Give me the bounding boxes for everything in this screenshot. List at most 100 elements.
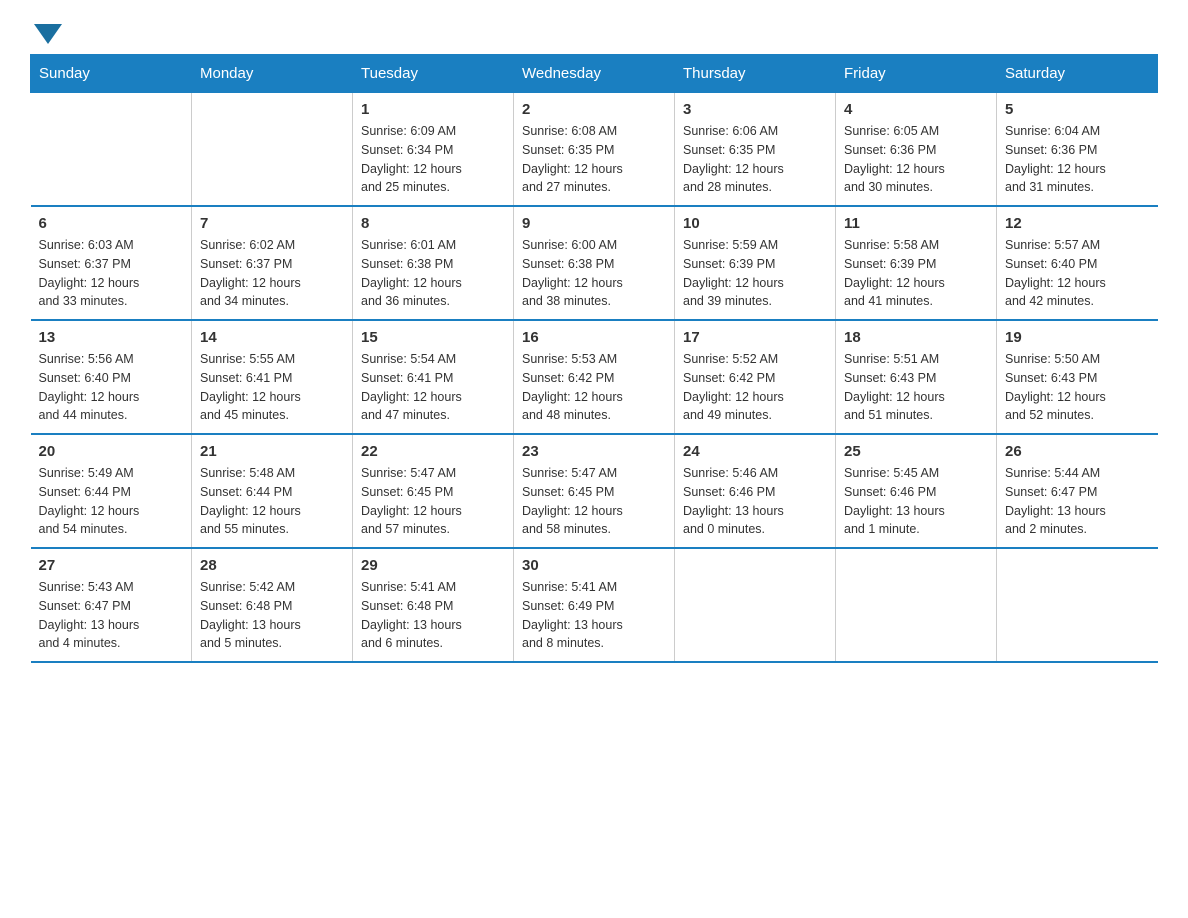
- day-info: Sunrise: 5:49 AM Sunset: 6:44 PM Dayligh…: [39, 464, 184, 539]
- calendar-cell: 20 Sunrise: 5:49 AM Sunset: 6:44 PM Dayli…: [31, 434, 192, 548]
- day-info: Sunrise: 5:53 AM Sunset: 6:42 PM Dayligh…: [522, 350, 666, 425]
- day-number: 4: [844, 101, 988, 118]
- day-number: 29: [361, 557, 505, 574]
- day-number: 27: [39, 557, 184, 574]
- calendar-cell: 18Sunrise: 5:51 AM Sunset: 6:43 PM Dayli…: [836, 320, 997, 434]
- day-number: 1: [361, 101, 505, 118]
- weekday-header-monday: Monday: [192, 55, 353, 93]
- day-info: Sunrise: 5:56 AM Sunset: 6:40 PM Dayligh…: [39, 350, 184, 425]
- day-info: Sunrise: 6:06 AM Sunset: 6:35 PM Dayligh…: [683, 122, 827, 197]
- day-number: 26: [1005, 443, 1150, 460]
- calendar-cell: 16 Sunrise: 5:53 AM Sunset: 6:42 PM Dayli…: [514, 320, 675, 434]
- logo-triangle-icon: [34, 24, 62, 44]
- calendar-cell: 9 Sunrise: 6:00 AM Sunset: 6:38 PM Daylig…: [514, 206, 675, 320]
- day-info: Sunrise: 5:50 AM Sunset: 6:43 PM Dayligh…: [1005, 350, 1150, 425]
- day-number: 13: [39, 329, 184, 346]
- day-number: 10: [683, 215, 827, 232]
- calendar-cell: 23 Sunrise: 5:47 AM Sunset: 6:45 PM Dayli…: [514, 434, 675, 548]
- day-number: 5: [1005, 101, 1150, 118]
- day-info: Sunrise: 6:04 AM Sunset: 6:36 PM Dayligh…: [1005, 122, 1150, 197]
- calendar-cell: 2 Sunrise: 6:08 AM Sunset: 6:35 PM Daylig…: [514, 93, 675, 207]
- day-info: Sunrise: 5:42 AM Sunset: 6:48 PM Dayligh…: [200, 578, 344, 653]
- calendar-cell: 25 Sunrise: 5:45 AM Sunset: 6:46 PM Dayli…: [836, 434, 997, 548]
- calendar-cell: 7 Sunrise: 6:02 AM Sunset: 6:37 PM Daylig…: [192, 206, 353, 320]
- calendar-cell: 19 Sunrise: 5:50 AM Sunset: 6:43 PM Dayli…: [997, 320, 1158, 434]
- day-info: Sunrise: 6:09 AM Sunset: 6:34 PM Dayligh…: [361, 122, 505, 197]
- calendar-cell: [192, 93, 353, 207]
- day-info: Sunrise: 5:58 AM Sunset: 6:39 PM Dayligh…: [844, 236, 988, 311]
- day-info: Sunrise: 6:05 AM Sunset: 6:36 PM Dayligh…: [844, 122, 988, 197]
- day-info: Sunrise: 5:45 AM Sunset: 6:46 PM Dayligh…: [844, 464, 988, 539]
- calendar-week-row: 20 Sunrise: 5:49 AM Sunset: 6:44 PM Dayli…: [31, 434, 1158, 548]
- day-number: 17: [683, 329, 827, 346]
- weekday-header-thursday: Thursday: [675, 55, 836, 93]
- day-number: 20: [39, 443, 184, 460]
- day-number: 23: [522, 443, 666, 460]
- page-header: [30, 20, 1158, 44]
- calendar-cell: 30 Sunrise: 5:41 AM Sunset: 6:49 PM Dayli…: [514, 548, 675, 662]
- day-info: Sunrise: 5:46 AM Sunset: 6:46 PM Dayligh…: [683, 464, 827, 539]
- day-info: Sunrise: 5:41 AM Sunset: 6:49 PM Dayligh…: [522, 578, 666, 653]
- day-info: Sunrise: 5:51 AM Sunset: 6:43 PM Dayligh…: [844, 350, 988, 425]
- day-number: 14: [200, 329, 344, 346]
- calendar-cell: 4 Sunrise: 6:05 AM Sunset: 6:36 PM Daylig…: [836, 93, 997, 207]
- calendar-cell: 8 Sunrise: 6:01 AM Sunset: 6:38 PM Daylig…: [353, 206, 514, 320]
- weekday-header-wednesday: Wednesday: [514, 55, 675, 93]
- weekday-header-friday: Friday: [836, 55, 997, 93]
- logo: [30, 20, 62, 44]
- day-info: Sunrise: 6:03 AM Sunset: 6:37 PM Dayligh…: [39, 236, 184, 311]
- day-number: 9: [522, 215, 666, 232]
- day-number: 12: [1005, 215, 1150, 232]
- day-number: 30: [522, 557, 666, 574]
- day-number: 3: [683, 101, 827, 118]
- day-number: 28: [200, 557, 344, 574]
- calendar-cell: 6 Sunrise: 6:03 AM Sunset: 6:37 PM Daylig…: [31, 206, 192, 320]
- day-number: 6: [39, 215, 184, 232]
- day-info: Sunrise: 5:59 AM Sunset: 6:39 PM Dayligh…: [683, 236, 827, 311]
- calendar-cell: 15 Sunrise: 5:54 AM Sunset: 6:41 PM Dayli…: [353, 320, 514, 434]
- day-info: Sunrise: 5:47 AM Sunset: 6:45 PM Dayligh…: [522, 464, 666, 539]
- calendar-cell: 11 Sunrise: 5:58 AM Sunset: 6:39 PM Dayli…: [836, 206, 997, 320]
- day-info: Sunrise: 5:41 AM Sunset: 6:48 PM Dayligh…: [361, 578, 505, 653]
- day-info: Sunrise: 5:43 AM Sunset: 6:47 PM Dayligh…: [39, 578, 184, 653]
- day-number: 8: [361, 215, 505, 232]
- weekday-header-saturday: Saturday: [997, 55, 1158, 93]
- calendar-table: SundayMondayTuesdayWednesdayThursdayFrid…: [30, 54, 1158, 663]
- day-number: 7: [200, 215, 344, 232]
- day-number: 15: [361, 329, 505, 346]
- calendar-cell: 3 Sunrise: 6:06 AM Sunset: 6:35 PM Daylig…: [675, 93, 836, 207]
- day-number: 2: [522, 101, 666, 118]
- logo-top: [30, 20, 62, 44]
- calendar-cell: 24 Sunrise: 5:46 AM Sunset: 6:46 PM Dayli…: [675, 434, 836, 548]
- calendar-cell: 26 Sunrise: 5:44 AM Sunset: 6:47 PM Dayli…: [997, 434, 1158, 548]
- day-number: 11: [844, 215, 988, 232]
- day-number: 24: [683, 443, 827, 460]
- day-info: Sunrise: 6:01 AM Sunset: 6:38 PM Dayligh…: [361, 236, 505, 311]
- day-number: 19: [1005, 329, 1150, 346]
- day-number: 22: [361, 443, 505, 460]
- calendar-week-row: 13 Sunrise: 5:56 AM Sunset: 6:40 PM Dayli…: [31, 320, 1158, 434]
- calendar-cell: [31, 93, 192, 207]
- day-number: 25: [844, 443, 988, 460]
- calendar-cell: [836, 548, 997, 662]
- calendar-cell: 10 Sunrise: 5:59 AM Sunset: 6:39 PM Dayli…: [675, 206, 836, 320]
- day-info: Sunrise: 5:57 AM Sunset: 6:40 PM Dayligh…: [1005, 236, 1150, 311]
- day-info: Sunrise: 5:48 AM Sunset: 6:44 PM Dayligh…: [200, 464, 344, 539]
- day-info: Sunrise: 6:02 AM Sunset: 6:37 PM Dayligh…: [200, 236, 344, 311]
- day-number: 21: [200, 443, 344, 460]
- day-info: Sunrise: 5:47 AM Sunset: 6:45 PM Dayligh…: [361, 464, 505, 539]
- day-info: Sunrise: 5:55 AM Sunset: 6:41 PM Dayligh…: [200, 350, 344, 425]
- day-info: Sunrise: 5:44 AM Sunset: 6:47 PM Dayligh…: [1005, 464, 1150, 539]
- calendar-header-row: SundayMondayTuesdayWednesdayThursdayFrid…: [31, 55, 1158, 93]
- calendar-cell: 5 Sunrise: 6:04 AM Sunset: 6:36 PM Daylig…: [997, 93, 1158, 207]
- calendar-cell: [997, 548, 1158, 662]
- day-number: 16: [522, 329, 666, 346]
- calendar-cell: 1 Sunrise: 6:09 AM Sunset: 6:34 PM Daylig…: [353, 93, 514, 207]
- calendar-cell: 17Sunrise: 5:52 AM Sunset: 6:42 PM Dayli…: [675, 320, 836, 434]
- calendar-cell: 27 Sunrise: 5:43 AM Sunset: 6:47 PM Dayli…: [31, 548, 192, 662]
- day-info: Sunrise: 5:54 AM Sunset: 6:41 PM Dayligh…: [361, 350, 505, 425]
- calendar-cell: 28 Sunrise: 5:42 AM Sunset: 6:48 PM Dayli…: [192, 548, 353, 662]
- calendar-cell: 13 Sunrise: 5:56 AM Sunset: 6:40 PM Dayli…: [31, 320, 192, 434]
- day-info: Sunrise: 6:00 AM Sunset: 6:38 PM Dayligh…: [522, 236, 666, 311]
- day-info: Sunrise: 6:08 AM Sunset: 6:35 PM Dayligh…: [522, 122, 666, 197]
